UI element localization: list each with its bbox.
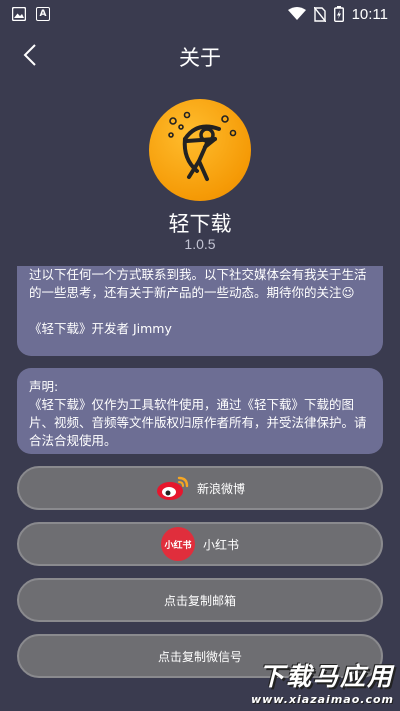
developer-signature: 《轻下载》开发者 Jimmy bbox=[29, 321, 172, 336]
status-bar: A 10:11 bbox=[0, 0, 400, 28]
intro-text: 过以下任何一个方式联系到我。以下社交媒体会有我关于生活的一些思考，还有关于新产品… bbox=[29, 267, 367, 300]
xiaohongshu-icon: 小红书 bbox=[160, 527, 195, 561]
notice-title: 声明: bbox=[29, 379, 59, 394]
archer-logo-icon bbox=[168, 111, 237, 181]
no-sim-icon bbox=[313, 6, 326, 22]
font-a-icon: A bbox=[36, 7, 50, 21]
copy-email-button[interactable]: 点击复制邮箱 bbox=[17, 578, 383, 622]
intro-card: 过以下任何一个方式联系到我。以下社交媒体会有我关于生活的一些思考，还有关于新产品… bbox=[17, 266, 383, 356]
copy-wechat-label: 点击复制微信号 bbox=[157, 649, 242, 664]
weibo-button[interactable]: 新浪微博 bbox=[17, 466, 383, 510]
app-logo bbox=[149, 99, 251, 201]
page-title: 关于 bbox=[179, 46, 221, 70]
battery-charging-icon bbox=[333, 6, 344, 22]
weibo-icon bbox=[156, 476, 189, 500]
app-name: 轻下载 bbox=[168, 212, 232, 236]
status-time: 10:11 bbox=[351, 5, 388, 23]
app-version: 1.0.5 bbox=[184, 236, 216, 252]
notice-card: 声明: 《轻下载》仅作为工具软件使用，通过《轻下载》下载的图片、视频、音频等文件… bbox=[17, 368, 383, 454]
watermark-url: www.xiazaimao.com bbox=[250, 693, 394, 706]
xiaohongshu-button[interactable]: 小红书 小红书 bbox=[17, 522, 383, 566]
xiaohongshu-label: 小红书 bbox=[202, 537, 239, 552]
header: 关于 bbox=[0, 36, 400, 76]
copy-email-label: 点击复制邮箱 bbox=[163, 593, 236, 608]
weibo-label: 新浪微博 bbox=[196, 481, 245, 496]
watermark-title: 下载马应用 bbox=[258, 662, 394, 691]
wifi-icon bbox=[287, 7, 306, 20]
notice-text: 《轻下载》仅作为工具软件使用，通过《轻下载》下载的图片、视频、音频等文件版权归原… bbox=[29, 397, 367, 448]
watermark: 下载马应用 www.xiazaimao.com bbox=[234, 657, 394, 707]
image-icon bbox=[12, 7, 26, 21]
